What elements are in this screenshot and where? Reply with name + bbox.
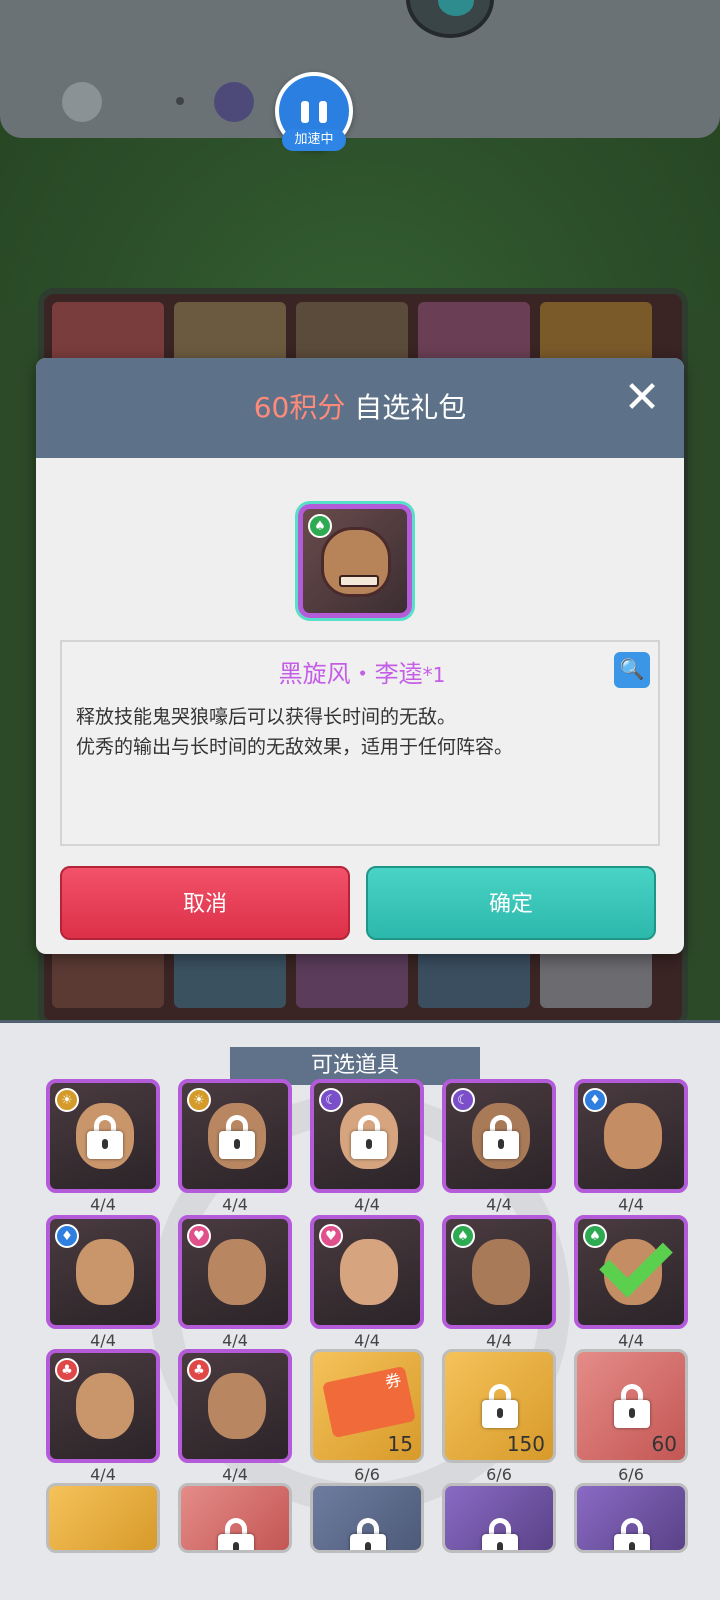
hero-card[interactable]: ♣ <box>178 1349 292 1463</box>
lock-icon <box>218 1518 254 1550</box>
item-card[interactable] <box>574 1483 688 1553</box>
sun-icon: ☀ <box>55 1088 79 1112</box>
item-description-box: 黑旋风・李逵*1 🔍 释放技能鬼哭狼嚎后可以获得长时间的无敌。 优秀的输出与长时… <box>60 640 660 846</box>
moon-icon: ☾ <box>319 1088 343 1112</box>
hero-portrait-detail <box>339 575 379 587</box>
hero-card[interactable]: ☾ <box>442 1079 556 1193</box>
spade-icon: ♠ <box>583 1224 607 1248</box>
points-cost: 60积分 <box>253 391 346 424</box>
item-quantity: 150 <box>506 1432 545 1456</box>
item-card[interactable] <box>178 1483 292 1553</box>
hero-portrait <box>208 1373 266 1439</box>
heart-icon: ♥ <box>319 1224 343 1248</box>
item-count-caption: 4/4 <box>90 1465 116 1484</box>
club-icon: ♣ <box>187 1358 211 1382</box>
item-count-caption: 4/4 <box>486 1331 512 1350</box>
hero-card[interactable]: ♠ <box>442 1215 556 1329</box>
club-icon: ♣ <box>55 1358 79 1382</box>
gem-icon <box>214 82 254 122</box>
item-name: 黑旋风・李逵*1 <box>62 654 662 689</box>
hero-card[interactable]: ♥ <box>310 1215 424 1329</box>
item-card[interactable]: 150 <box>442 1349 556 1463</box>
selected-item-portrait: ♠ <box>298 504 412 618</box>
pause-icon <box>301 101 309 123</box>
hero-portrait <box>76 1373 134 1439</box>
cancel-button[interactable]: 取消 <box>60 866 350 940</box>
hero-card[interactable]: ☀ <box>46 1079 160 1193</box>
item-count: *1 <box>422 663 446 687</box>
selectable-items-panel: 可选道具 ☀ 4/4 ☀ 4/4 ☾ 4/4 ☾ 4/4 ♦ 4/4 ♦ 4/4 ♥ 4/4 ♥ 4/4 ♠ 4/… <box>0 1020 720 1600</box>
item-description: 释放技能鬼哭狼嚎后可以获得长时间的无敌。 优秀的输出与长时间的无敌效果，适用于任… <box>76 702 646 762</box>
hero-card[interactable]: ♦ <box>574 1079 688 1193</box>
lock-icon <box>482 1384 518 1428</box>
lock-icon <box>483 1115 519 1159</box>
heart-icon: ♥ <box>187 1224 211 1248</box>
lock-icon <box>87 1115 123 1159</box>
hero-card[interactable]: ☾ <box>310 1079 424 1193</box>
lock-icon <box>482 1518 518 1550</box>
lock-icon <box>614 1518 650 1550</box>
item-count-caption: 4/4 <box>486 1195 512 1214</box>
search-icon[interactable]: 🔍 <box>614 652 650 688</box>
hero-portrait <box>472 1239 530 1305</box>
diamond-icon: ♦ <box>583 1088 607 1112</box>
hero-portrait <box>340 1239 398 1305</box>
hero-card[interactable]: ♣ <box>46 1349 160 1463</box>
item-count-caption: 4/4 <box>222 1195 248 1214</box>
dice-icon <box>62 82 102 122</box>
spade-icon: ♠ <box>451 1224 475 1248</box>
item-count-caption: 4/4 <box>354 1195 380 1214</box>
separator-dot <box>176 97 184 105</box>
item-card[interactable] <box>46 1483 160 1553</box>
item-quantity: 15 <box>387 1432 413 1456</box>
close-icon[interactable]: ✕ <box>618 376 666 424</box>
item-count-caption: 4/4 <box>90 1195 116 1214</box>
confirm-button[interactable]: 确定 <box>366 866 656 940</box>
hero-portrait <box>208 1239 266 1305</box>
spade-icon: ♠ <box>308 514 332 538</box>
hero-portrait <box>604 1103 662 1169</box>
moon-icon: ☾ <box>451 1088 475 1112</box>
item-count-caption: 6/6 <box>618 1465 644 1484</box>
item-count-caption: 4/4 <box>90 1331 116 1350</box>
hero-portrait <box>76 1239 134 1305</box>
item-count-caption: 6/6 <box>354 1465 380 1484</box>
item-count-caption: 4/4 <box>222 1331 248 1350</box>
dialog-title: 自选礼包 <box>354 391 467 424</box>
hero-card[interactable]: ☀ <box>178 1079 292 1193</box>
lock-icon <box>351 1115 387 1159</box>
item-name-text: 黑旋风・李逵 <box>278 660 423 688</box>
pause-icon <box>319 101 327 123</box>
hero-card[interactable]: ♥ <box>178 1215 292 1329</box>
lock-icon <box>219 1115 255 1159</box>
speed-status-label: 加速中 <box>282 129 346 151</box>
item-count-caption: 4/4 <box>618 1195 644 1214</box>
item-count-caption: 4/4 <box>354 1331 380 1350</box>
description-line: 释放技能鬼哭狼嚎后可以获得长时间的无敌。 <box>76 706 457 728</box>
item-count-caption: 4/4 <box>222 1465 248 1484</box>
gift-pack-dialog: 60积分 自选礼包 ✕ ♠ 黑旋风・李逵*1 🔍 释放技能鬼哭狼嚎后可以获得长时… <box>36 358 684 954</box>
item-card[interactable]: 券 15 <box>310 1349 424 1463</box>
item-card[interactable] <box>442 1483 556 1553</box>
description-line: 优秀的输出与长时间的无敌效果，适用于任何阵容。 <box>76 736 514 758</box>
hero-card[interactable]: ♦ <box>46 1215 160 1329</box>
dialog-header: 60积分 自选礼包 <box>36 358 684 458</box>
board-tile <box>296 302 408 366</box>
lock-icon <box>350 1518 386 1550</box>
lock-icon <box>614 1384 650 1428</box>
sun-icon: ☀ <box>187 1088 211 1112</box>
item-card[interactable] <box>310 1483 424 1553</box>
item-count-caption: 4/4 <box>618 1331 644 1350</box>
board-tile <box>418 302 530 366</box>
top-resource-bar <box>0 0 720 138</box>
item-quantity: 60 <box>651 1432 677 1456</box>
diamond-icon: ♦ <box>55 1224 79 1248</box>
ticket-icon: 券 <box>322 1365 416 1439</box>
board-tile <box>174 302 286 366</box>
board-tile <box>52 302 164 366</box>
hero-card[interactable]: ♠ <box>574 1215 688 1329</box>
item-card[interactable]: 60 <box>574 1349 688 1463</box>
board-tile <box>540 302 652 366</box>
item-count-caption: 6/6 <box>486 1465 512 1484</box>
